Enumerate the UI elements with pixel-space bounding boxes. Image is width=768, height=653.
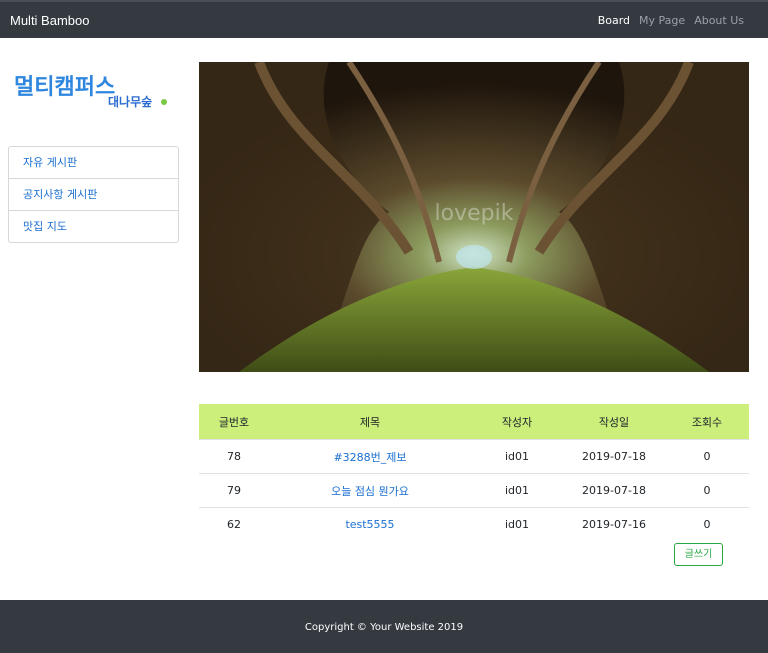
table-row: 78 #3288번_제보 id01 2019-07-18 0: [199, 439, 749, 474]
nav-about-us[interactable]: About Us: [694, 14, 744, 27]
post-number: 78: [199, 439, 269, 474]
logo-text-main: 멀티캠퍼스: [14, 75, 115, 100]
multicampus-logo[interactable]: 멀티캠퍼스 대나무숲: [12, 64, 172, 112]
logo-dot: [161, 99, 167, 105]
nav-links: Board My Page About Us: [598, 14, 744, 27]
post-title-cell: test5555: [269, 507, 471, 541]
post-title-link[interactable]: #3288번_제보: [333, 451, 406, 464]
post-title-link[interactable]: test5555: [345, 518, 394, 531]
header-author: 작성자: [471, 404, 563, 440]
post-date: 2019-07-18: [563, 473, 665, 508]
post-views: 0: [665, 507, 749, 541]
footer: Copyright © Your Website 2019: [0, 600, 768, 653]
table-header-row: 글번호 제목 작성자 작성일 조회수: [199, 404, 749, 440]
post-views: 0: [665, 473, 749, 508]
footer-copyright: Copyright © Your Website 2019: [304, 622, 464, 633]
post-date: 2019-07-18: [563, 439, 665, 474]
post-author: id01: [471, 507, 563, 541]
post-views: 0: [665, 439, 749, 474]
sidebar-item-free-board[interactable]: 자유 게시판: [9, 147, 178, 178]
sidebar-item-restaurant-map[interactable]: 맛집 지도: [9, 210, 178, 242]
nav-my-page[interactable]: My Page: [639, 14, 685, 27]
logo-text-sub: 대나무숲: [108, 94, 152, 109]
header-title: 제목: [269, 404, 471, 440]
table-row: 62 test5555 id01 2019-07-16 0: [199, 507, 749, 541]
post-number: 62: [199, 507, 269, 541]
post-number: 79: [199, 473, 269, 508]
hero-forest-image: lovepik: [199, 62, 749, 372]
header-number: 글번호: [199, 404, 269, 440]
post-title-cell: 오늘 점심 뭔가요: [269, 473, 471, 508]
post-date: 2019-07-16: [563, 507, 665, 541]
sidebar-menu: 자유 게시판 공지사항 게시판 맛집 지도: [8, 146, 179, 243]
header-date: 작성일: [563, 404, 665, 440]
board-table: 글번호 제목 작성자 작성일 조회수 78 #3288번_제보 id01 201…: [199, 404, 749, 541]
write-post-button[interactable]: 글쓰기: [674, 543, 723, 566]
nav-board[interactable]: Board: [598, 14, 630, 27]
top-navbar: Multi Bamboo Board My Page About Us: [0, 0, 768, 38]
post-title-link[interactable]: 오늘 점심 뭔가요: [331, 485, 409, 498]
post-author: id01: [471, 439, 563, 474]
post-title-cell: #3288번_제보: [269, 439, 471, 474]
sidebar-item-notice-board[interactable]: 공지사항 게시판: [9, 178, 178, 210]
table-row: 79 오늘 점심 뭔가요 id01 2019-07-18 0: [199, 473, 749, 508]
brand-link[interactable]: Multi Bamboo: [10, 13, 89, 28]
hero-watermark: lovepik: [435, 201, 514, 226]
post-author: id01: [471, 473, 563, 508]
header-views: 조회수: [665, 404, 749, 440]
